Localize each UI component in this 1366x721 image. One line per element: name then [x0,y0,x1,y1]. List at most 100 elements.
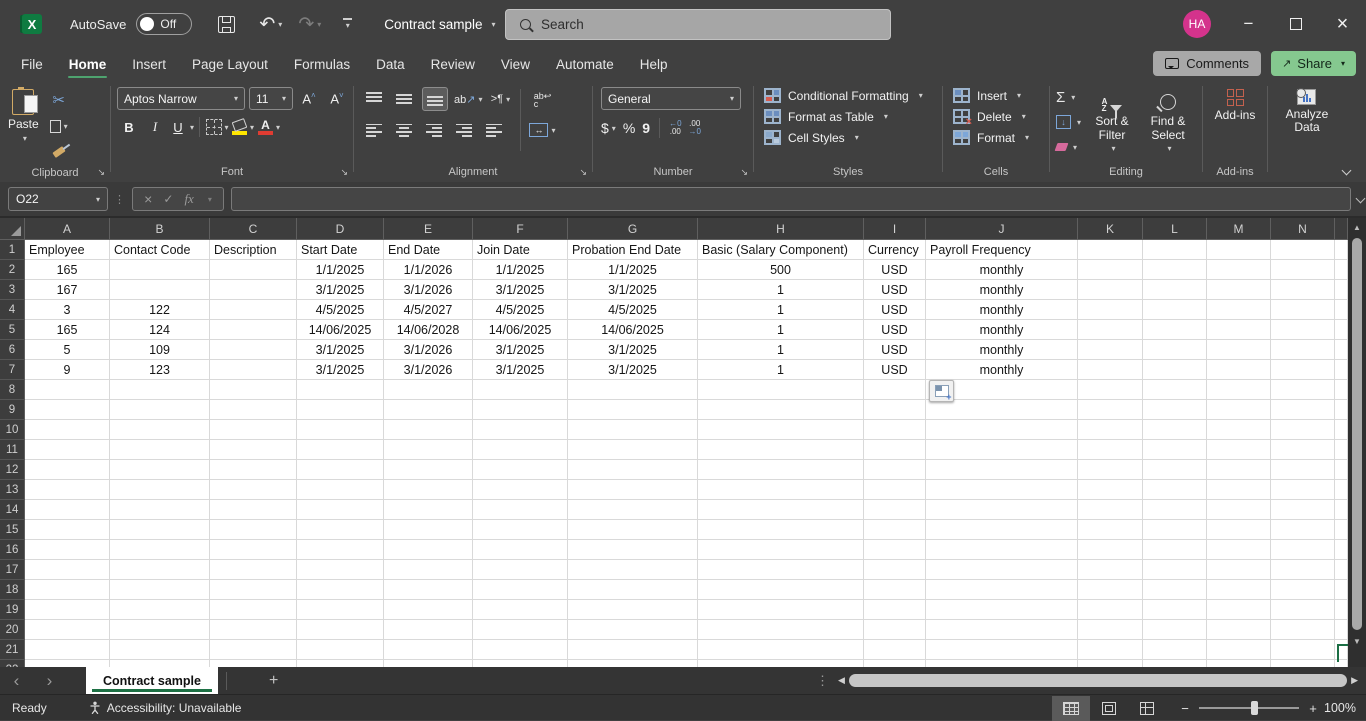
cell-F4[interactable]: 4/5/2025 [473,300,568,320]
tab-automate[interactable]: Automate [543,48,627,80]
align-middle-button[interactable] [392,88,416,110]
cell-L3[interactable] [1143,280,1207,300]
cell-F12[interactable] [473,460,568,480]
cell-H12[interactable] [698,460,864,480]
zoom-slider-handle[interactable] [1251,701,1258,715]
cell-H22[interactable] [698,660,864,667]
paste-options-button[interactable] [929,380,954,402]
cell-A13[interactable] [25,480,110,500]
column-header-N[interactable]: N [1271,218,1335,240]
cell-A20[interactable] [25,620,110,640]
cell-A22[interactable] [25,660,110,667]
cell-A1[interactable]: Employee [25,240,110,260]
cell-B22[interactable] [110,660,210,667]
row-header-10[interactable]: 10 [0,420,25,440]
column-header-G[interactable]: G [568,218,698,240]
cell-M22[interactable] [1207,660,1271,667]
zoom-slider[interactable] [1199,707,1299,709]
cell-L2[interactable] [1143,260,1207,280]
cell-B13[interactable] [110,480,210,500]
cell-F22[interactable] [473,660,568,667]
cell-B20[interactable] [110,620,210,640]
cell-E20[interactable] [384,620,473,640]
next-sheet-button[interactable]: › [33,667,66,694]
cell-G22[interactable] [568,660,698,667]
cell-J16[interactable] [926,540,1078,560]
cell-H9[interactable] [698,400,864,420]
cell-E15[interactable] [384,520,473,540]
cell-J19[interactable] [926,600,1078,620]
cell-K3[interactable] [1078,280,1143,300]
row-header-15[interactable]: 15 [0,520,25,540]
cell-H4[interactable]: 1 [698,300,864,320]
cell-C3[interactable] [210,280,297,300]
cell-A10[interactable] [25,420,110,440]
cell-D16[interactable] [297,540,384,560]
font-color-dropdown-icon[interactable] [276,123,280,132]
cell-E11[interactable] [384,440,473,460]
cell-A17[interactable] [25,560,110,580]
cell-A15[interactable] [25,520,110,540]
cell-B16[interactable] [110,540,210,560]
tab-insert[interactable]: Insert [119,48,179,80]
cell-I3[interactable]: USD [864,280,926,300]
close-button[interactable]: × [1319,0,1366,48]
row-header-14[interactable]: 14 [0,500,25,520]
cell-J2[interactable]: monthly [926,260,1078,280]
cell-F15[interactable] [473,520,568,540]
cell-H5[interactable]: 1 [698,320,864,340]
cell-K18[interactable] [1078,580,1143,600]
cell-G15[interactable] [568,520,698,540]
cell-K2[interactable] [1078,260,1143,280]
page-break-view-button[interactable] [1128,696,1166,721]
cell-L12[interactable] [1143,460,1207,480]
save-icon[interactable] [218,16,235,33]
row-header-13[interactable]: 13 [0,480,25,500]
cell-x18[interactable] [1335,580,1348,600]
align-right-button[interactable] [422,119,446,141]
cell-C19[interactable] [210,600,297,620]
cell-G2[interactable]: 1/1/2025 [568,260,698,280]
cell-L22[interactable] [1143,660,1207,667]
column-header-J[interactable]: J [926,218,1078,240]
cell-L20[interactable] [1143,620,1207,640]
column-header-E[interactable]: E [384,218,473,240]
cell-J12[interactable] [926,460,1078,480]
scroll-right-icon[interactable]: ▶ [1351,675,1358,686]
cell-K4[interactable] [1078,300,1143,320]
scroll-left-icon[interactable]: ◀ [838,675,845,686]
search-box[interactable]: Search [505,9,891,40]
paste-button[interactable]: Paste [0,87,47,145]
cell-B10[interactable] [110,420,210,440]
cell-L8[interactable] [1143,380,1207,400]
accessibility-status[interactable]: Accessibility: Unavailable [89,701,242,715]
analyze-data-button[interactable]: AnalyzeData [1278,87,1337,136]
cell-M5[interactable] [1207,320,1271,340]
tab-page-layout[interactable]: Page Layout [179,48,281,80]
cell-D13[interactable] [297,480,384,500]
italic-button[interactable]: I [143,116,167,138]
cell-J22[interactable] [926,660,1078,667]
cell-I6[interactable]: USD [864,340,926,360]
cell-I15[interactable] [864,520,926,540]
format-as-table-button[interactable]: Format as Table [764,109,888,124]
comma-style-button[interactable]: 9 [642,117,650,139]
cell-x1[interactable] [1335,240,1348,260]
row-header-11[interactable]: 11 [0,440,25,460]
cell-E14[interactable] [384,500,473,520]
cell-I1[interactable]: Currency [864,240,926,260]
cell-I14[interactable] [864,500,926,520]
normal-view-button[interactable] [1052,696,1090,721]
cell-N12[interactable] [1271,460,1335,480]
cell-K22[interactable] [1078,660,1143,667]
cell-K12[interactable] [1078,460,1143,480]
scroll-up-icon[interactable]: ▲ [1353,218,1361,236]
cell-M4[interactable] [1207,300,1271,320]
row-header-17[interactable]: 17 [0,560,25,580]
copy-dropdown-icon[interactable] [64,122,68,131]
cell-I12[interactable] [864,460,926,480]
row-header-1[interactable]: 1 [0,240,25,260]
cell-J14[interactable] [926,500,1078,520]
cell-F18[interactable] [473,580,568,600]
cell-E4[interactable]: 4/5/2027 [384,300,473,320]
